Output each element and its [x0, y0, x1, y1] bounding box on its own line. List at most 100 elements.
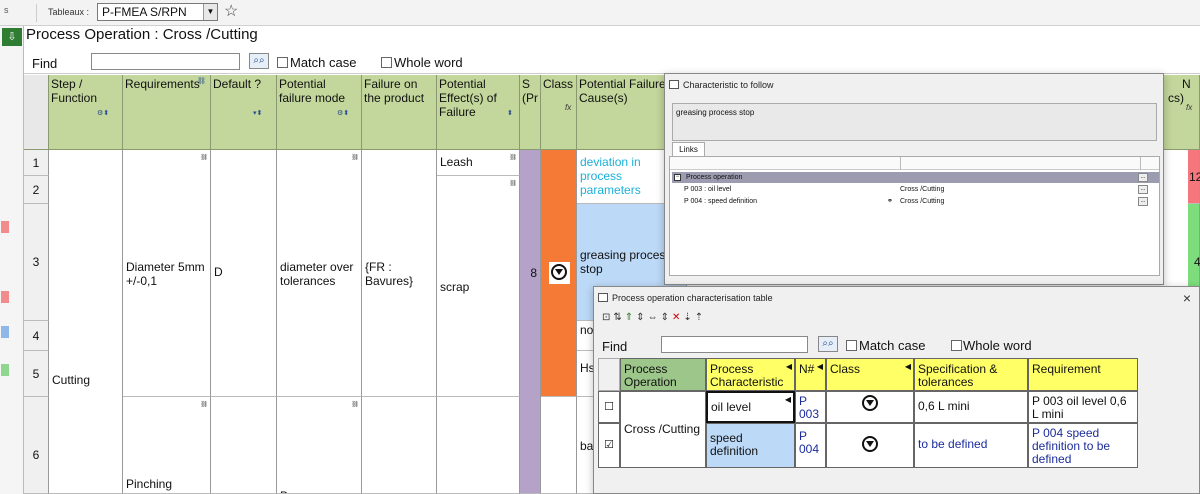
col-header-class[interactable]: Class ◀	[826, 358, 914, 391]
expand-icon[interactable]: ⇅	[613, 312, 624, 323]
effect-cell[interactable]: scrap ⛓	[437, 176, 520, 397]
dialog-title-bar[interactable]: Process operation characterisation table…	[594, 287, 1199, 309]
col-header-failure-mode[interactable]: Potential failure mode ⚙⬍	[277, 75, 362, 150]
sort-az-icon[interactable]: ⇣	[683, 312, 694, 323]
tab-links[interactable]: Links	[672, 142, 705, 156]
class-cell[interactable]	[826, 423, 914, 468]
class-cell[interactable]	[541, 150, 577, 397]
formula-icon[interactable]: fx	[1186, 101, 1192, 115]
horizontal-move-icon[interactable]: ⇔	[648, 312, 661, 323]
row-number[interactable]: 1	[24, 150, 49, 176]
num-cell[interactable]: P 004	[795, 423, 826, 468]
match-case-checkbox[interactable]	[846, 340, 857, 351]
links-panel: − Process operation ... P 003 : oil leve…	[669, 156, 1160, 276]
link-operation[interactable]: Cross /Cutting	[900, 197, 944, 207]
requirement-text: Pinching	[126, 477, 173, 491]
filter-icon[interactable]: ▾⬍	[253, 107, 262, 121]
col-header-step[interactable]: Step / Function ⚙⬍	[49, 75, 123, 150]
dropdown-icon[interactable]: ◀	[785, 393, 791, 406]
spec-cell[interactable]: 0,6 L mini	[914, 391, 1028, 423]
col-header-class[interactable]: Class fx	[541, 75, 577, 150]
spec-cell[interactable]: to be defined	[914, 423, 1028, 468]
link-code[interactable]: P 004 : speed definition	[684, 197, 757, 207]
effect-cell[interactable]: Leash ⛓	[437, 150, 520, 176]
collapse-icon[interactable]: −	[674, 174, 681, 181]
failure-product-cell[interactable]	[362, 397, 437, 494]
step-cell[interactable]: Cutting	[49, 150, 123, 494]
dialog-title-bar[interactable]: Characteristic to follow	[665, 74, 1163, 96]
row-number[interactable]: 2	[24, 176, 49, 204]
col-header-process-operation[interactable]: Process Operation	[620, 358, 706, 391]
class-cell[interactable]	[541, 397, 577, 494]
row-number[interactable]: 5	[24, 351, 49, 397]
col-header-num[interactable]: N# ◀	[795, 358, 826, 391]
match-case-checkbox[interactable]	[277, 57, 288, 68]
col-header-requirements[interactable]: Requirements ⛓	[123, 75, 211, 150]
col-header-effects[interactable]: Potential Effect(s) of Failure ⬍	[437, 75, 520, 150]
col-header-failure-product[interactable]: Failure on the product	[362, 75, 437, 150]
find-input[interactable]	[661, 336, 808, 353]
formula-icon[interactable]: fx	[565, 101, 571, 115]
link-icon[interactable]: ⛓	[197, 75, 206, 89]
default-cell[interactable]	[211, 397, 277, 494]
failure-mode-cell[interactable]: diameter over tolerances ⛓	[277, 150, 362, 397]
requirement-cell[interactable]: P 004 speed definition to be defined	[1028, 423, 1138, 468]
failure-product-cell[interactable]: {FR : Bavures}	[362, 150, 437, 397]
sort-icon[interactable]: ⚙⬍	[337, 107, 349, 121]
default-cell[interactable]: D	[211, 150, 277, 397]
sort-icon[interactable]: ⬍	[507, 107, 513, 121]
more-button[interactable]: ...	[1138, 173, 1148, 182]
binoculars-search-icon[interactable]: ⌕⌕	[249, 53, 269, 69]
more-button[interactable]: ...	[1138, 185, 1148, 194]
vertical-move-icon[interactable]: ⇕	[661, 312, 672, 323]
row-number[interactable]: 3	[24, 204, 49, 321]
close-icon[interactable]: ×	[1183, 287, 1191, 309]
failure-mode-cell[interactable]: B ⛓	[277, 397, 362, 494]
col-header-severity[interactable]: S (Pr	[520, 75, 541, 150]
pin-icon[interactable]: ⇩	[2, 28, 22, 46]
group-process-operation[interactable]: − Process operation	[672, 172, 1159, 183]
move-up-icon[interactable]: ⇑	[625, 312, 636, 323]
effect-cell[interactable]	[437, 397, 520, 494]
characteristic-cell-selected[interactable]: speed definition	[706, 423, 795, 468]
requirement-cell[interactable]: Pinching Q ⛓	[123, 397, 211, 494]
col-header-process-characteristic[interactable]: Process Characteristic ◀	[706, 358, 795, 391]
characteristic-cell[interactable]: oil level ◀	[706, 391, 795, 423]
link-code[interactable]: P 003 : oil level	[684, 185, 731, 195]
severity-cell[interactable]: 8	[520, 150, 541, 494]
requirement-cell[interactable]: P 003 oil level 0,6 L mini	[1028, 391, 1138, 423]
whole-word-checkbox[interactable]	[381, 57, 392, 68]
dropdown-icon[interactable]: ◀	[786, 360, 792, 373]
col-header-requirement[interactable]: Requirement	[1028, 358, 1138, 391]
delete-icon[interactable]: ✕	[672, 312, 683, 323]
dropdown-icon[interactable]: ◀	[817, 360, 823, 373]
process-operation-cell[interactable]: Cross /Cutting	[620, 391, 706, 468]
top-toolbar: s Tableaux : P-FMEA S/RPN ▼ ☆	[0, 0, 1200, 26]
sort-za-icon[interactable]: ⇡	[695, 312, 706, 323]
row-checkbox-checked[interactable]: ☑	[598, 423, 620, 468]
find-input[interactable]	[91, 53, 240, 70]
binoculars-search-icon[interactable]: ⌕⌕	[818, 336, 838, 352]
zoom-icon[interactable]: ⊡	[602, 312, 613, 323]
class-cell[interactable]	[826, 391, 914, 423]
tableaux-select[interactable]: P-FMEA S/RPN ▼	[97, 3, 218, 21]
requirement-cell[interactable]: Diameter 5mm +/-0,1 ⛓	[123, 150, 211, 397]
more-button[interactable]: ...	[1138, 197, 1148, 206]
sort-icon[interactable]: ⚙⬍	[97, 107, 109, 121]
col-header-rpn[interactable]: N cs) fx	[1160, 75, 1200, 150]
dropdown-icon[interactable]: ◀	[905, 360, 911, 373]
row-number[interactable]: 4	[24, 321, 49, 351]
whole-word-checkbox[interactable]	[951, 340, 962, 351]
row-number-header	[24, 75, 49, 150]
chevron-down-icon[interactable]: ▼	[203, 4, 217, 20]
move-down-icon[interactable]: ⇕	[636, 312, 647, 323]
row-number[interactable]: 6	[24, 397, 49, 494]
col-header-default[interactable]: Default ? ▾⬍	[211, 75, 277, 150]
characteristic-text-field[interactable]: greasing process stop	[672, 103, 1157, 141]
row-checkbox[interactable]: ☐	[598, 391, 620, 423]
favorite-star-icon[interactable]: ☆	[224, 2, 238, 22]
col-header-spec[interactable]: Specification & tolerances	[914, 358, 1028, 391]
link-operation[interactable]: Cross /Cutting	[900, 185, 944, 195]
status-marker-icon	[1, 221, 9, 233]
num-cell[interactable]: P 003	[795, 391, 826, 423]
